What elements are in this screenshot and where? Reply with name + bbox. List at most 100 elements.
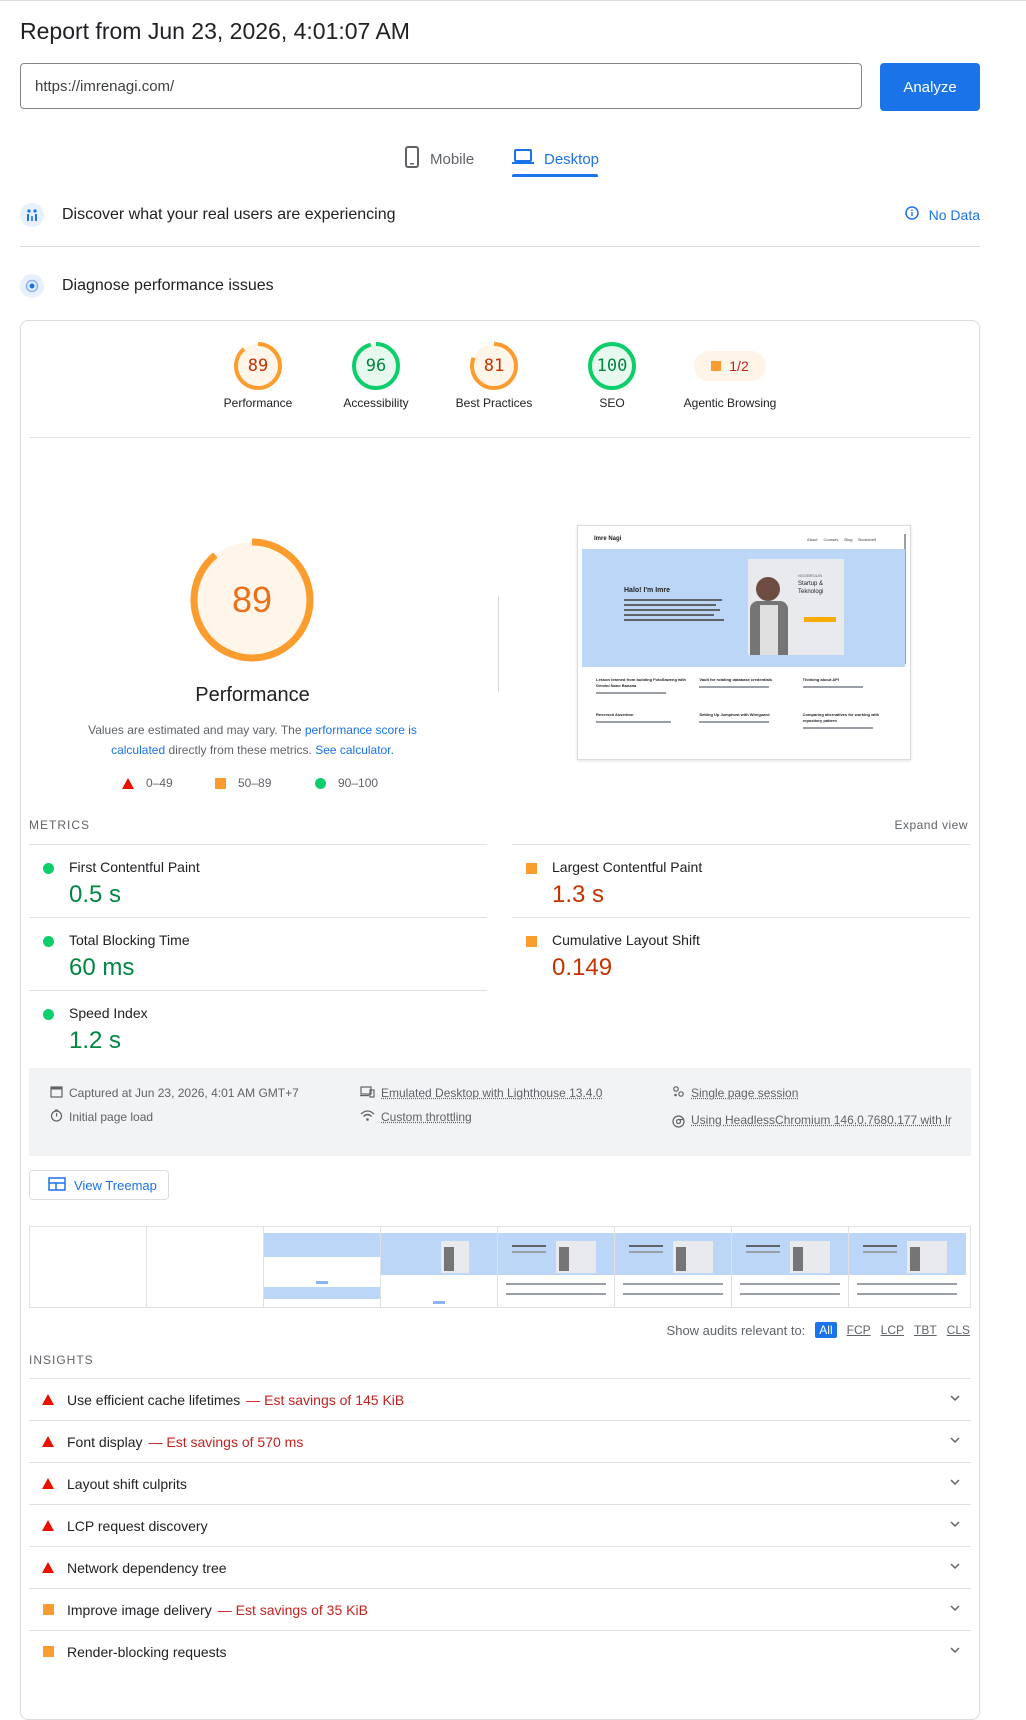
vertical-divider: [498, 596, 499, 692]
gauge-seo[interactable]: 100 SEO: [557, 342, 667, 410]
insight-lcp-request-discovery[interactable]: LCP request discovery: [29, 1504, 971, 1546]
tab-mobile-label: Mobile: [430, 150, 475, 168]
chevron-down-icon: [949, 1601, 961, 1617]
gauge-ring: 81: [470, 342, 518, 390]
chevron-down-icon: [949, 1475, 961, 1491]
agentic-score-pill: 1/2: [694, 351, 766, 381]
browser-text: Using HeadlessChromium 146.0.7680.177 wi…: [691, 1113, 952, 1127]
metric-name: Largest Contentful Paint: [552, 859, 703, 875]
tab-mobile[interactable]: Mobile: [404, 140, 474, 178]
badge-text: Teknologi: [798, 589, 824, 595]
insight-image-delivery[interactable]: Improve image delivery — Est savings of …: [29, 1588, 971, 1630]
initial-page-load: Initial page load: [50, 1109, 153, 1126]
filmstrip-frame: [30, 1227, 147, 1307]
site-post: Comparing alternatives for working with …: [802, 712, 896, 729]
wifi-icon: [360, 1109, 375, 1126]
insight-network-dependency-tree[interactable]: Network dependency tree: [29, 1546, 971, 1588]
performance-big-gauge: 89: [190, 538, 314, 662]
filter-lcp[interactable]: LCP: [881, 1323, 904, 1337]
chevron-down-icon: [949, 1643, 961, 1659]
insight-title: Layout shift culprits: [67, 1475, 187, 1492]
gauge-accessibility[interactable]: 96 Accessibility: [321, 342, 431, 410]
agentic-score: 1/2: [729, 358, 749, 374]
performance-title: Performance: [195, 684, 310, 706]
no-data-indicator[interactable]: No Data: [904, 206, 980, 223]
chrome-icon: [672, 1113, 685, 1136]
metric-value: 0.149: [552, 954, 613, 981]
legend-average-label: 50–89: [238, 776, 272, 790]
filter-cls[interactable]: CLS: [947, 1323, 970, 1337]
filter-all[interactable]: All: [815, 1322, 837, 1338]
insight-font-display[interactable]: Font display — Est savings of 570 ms: [29, 1420, 971, 1462]
laptop-icon: [512, 149, 534, 169]
site-post: Thinking about API: [802, 677, 896, 694]
users-chart-icon: [20, 203, 44, 227]
fail-triangle-icon: [29, 1478, 67, 1489]
site-post: Lesson learned from building FotoSaweng …: [596, 677, 689, 694]
gauge-best-practices[interactable]: 81 Best Practices: [439, 342, 549, 410]
site-nav: About Courses Blog Bookshelf: [807, 537, 876, 542]
tab-desktop[interactable]: Desktop: [512, 140, 599, 178]
average-square-icon: [711, 361, 722, 371]
legend-average: 50–89: [215, 776, 271, 790]
metric-value: 1.2 s: [69, 1027, 122, 1054]
treemap-icon: [48, 1176, 66, 1194]
insight-title: Font display: [67, 1433, 143, 1450]
emulated-device[interactable]: Emulated Desktop with Lighthouse 13.4.0: [360, 1085, 602, 1102]
pass-circle-icon: [43, 863, 54, 874]
timer-icon: [50, 1109, 63, 1126]
metric-tbt: Total Blocking Time 60 ms: [29, 917, 487, 989]
insight-title: Improve image delivery: [67, 1601, 212, 1618]
filter-tbt[interactable]: TBT: [914, 1323, 937, 1337]
insight-title: Render-blocking requests: [67, 1643, 227, 1660]
crux-section-header: Discover what your real users are experi…: [20, 203, 395, 227]
metric-cls: Cumulative Layout Shift 0.149: [512, 917, 970, 989]
analyze-button[interactable]: Analyze: [880, 63, 980, 111]
filmstrip-frame: [615, 1227, 732, 1307]
gauge-score: 81: [483, 356, 505, 376]
throttling[interactable]: Custom throttling: [360, 1109, 472, 1126]
site-post: Vault for rotating database credentials: [699, 677, 792, 694]
gauge-score: 96: [365, 356, 387, 376]
hero-title: Halo! I'm Imre: [624, 587, 671, 594]
site-post: Setting Up Jumphost with Wireguard: [699, 712, 792, 729]
site-name: Imre Nagi: [594, 536, 622, 542]
captured-text: Captured at Jun 23, 2026, 4:01 AM GMT+7: [69, 1086, 299, 1100]
calendar-icon: [50, 1085, 63, 1102]
view-treemap-button[interactable]: View Treemap: [29, 1170, 169, 1200]
gauge-label: Agentic Browsing: [683, 396, 777, 410]
gauge-score: 89: [247, 356, 269, 376]
insight-render-blocking[interactable]: Render-blocking requests: [29, 1630, 971, 1672]
gauge-ring: 100: [588, 342, 636, 390]
audit-filter-label: Show audits relevant to:: [666, 1322, 806, 1338]
note-text: directly from these metrics.: [165, 743, 316, 757]
gauge-score: 100: [596, 356, 628, 376]
average-square-icon: [215, 777, 226, 789]
single-page-session[interactable]: Single page session: [672, 1085, 798, 1102]
gauge-performance[interactable]: 89 Performance: [203, 342, 313, 410]
report-title: Report from Jun 23, 2026, 4:01:07 AM: [20, 18, 410, 44]
insight-layout-shift-culprits[interactable]: Layout shift culprits: [29, 1462, 971, 1504]
audit-filter: Show audits relevant to: All FCP LCP TBT…: [667, 1322, 970, 1338]
gauge-ring: 96: [352, 342, 400, 390]
filmstrip-frame: [849, 1227, 966, 1307]
metric-lcp: Largest Contentful Paint 1.3 s: [512, 844, 970, 916]
performance-big-score: 89: [231, 579, 273, 620]
legend-pass: 90–100: [315, 776, 378, 790]
gauge-agentic-browsing[interactable]: 1/2 Agentic Browsing: [670, 342, 790, 410]
site-nav-item: Blog: [844, 537, 853, 542]
pass-circle-icon: [43, 936, 54, 947]
site-nav-item: Courses: [823, 537, 839, 542]
site-posts: Lesson learned from building FotoSaweng …: [596, 677, 896, 729]
insight-savings: — Est savings of 145 KiB: [246, 1391, 405, 1408]
metric-value: 60 ms: [69, 954, 135, 981]
insight-title: Network dependency tree: [67, 1559, 227, 1576]
expand-view-toggle[interactable]: Expand view: [894, 818, 968, 832]
see-calculator-link[interactable]: See calculator.: [315, 743, 394, 757]
insight-cache-lifetimes[interactable]: Use efficient cache lifetimes — Est savi…: [29, 1378, 971, 1420]
browser-info[interactable]: Using HeadlessChromium 146.0.7680.177 wi…: [672, 1109, 962, 1136]
metric-value: 1.3 s: [552, 881, 605, 908]
filter-fcp[interactable]: FCP: [847, 1323, 871, 1337]
url-input[interactable]: [20, 63, 862, 109]
fail-triangle-icon: [29, 1520, 67, 1531]
